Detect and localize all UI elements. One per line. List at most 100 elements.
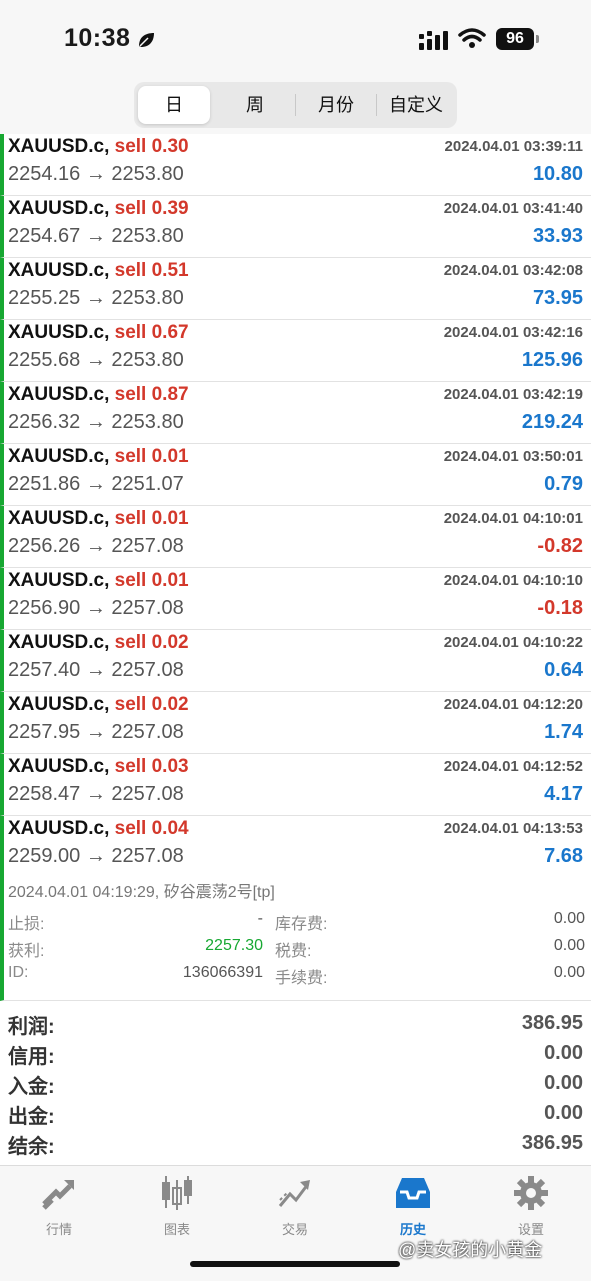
trade-action: sell 0.02 xyxy=(114,632,189,653)
storage-value: 0.00 xyxy=(553,910,585,927)
battery-nub xyxy=(536,35,539,43)
id-value: 136066391 xyxy=(182,964,263,981)
tab-settings[interactable]: 设置 xyxy=(486,1174,576,1237)
trade-prices: 2256.26 → 2257.08 xyxy=(8,535,184,557)
trade-time: 2024.04.01 04:10:01 xyxy=(443,510,583,527)
segment-divider xyxy=(295,94,296,116)
trade-time: 2024.04.01 03:39:11 xyxy=(444,138,583,155)
trade-details-header: 2024.04.01 04:19:29, 矽谷震荡2号[tp] xyxy=(8,884,275,901)
summary-withdrawal-row: 出金: 0.00 xyxy=(0,1100,591,1130)
trade-row[interactable]: XAUUSD.c, sell 0.03 2024.04.01 04:12:52 … xyxy=(0,754,591,816)
trade-action: sell 0.01 xyxy=(114,446,189,467)
period-segmented-control: 日 周 月份 自定义 xyxy=(134,82,457,128)
summary-balance-row: 结余: 386.95 xyxy=(0,1130,591,1160)
segment-month[interactable]: 月份 xyxy=(297,86,375,124)
trade-row[interactable]: XAUUSD.c, sell 0.51 2024.04.01 03:42:08 … xyxy=(0,258,591,320)
trade-action: sell 0.04 xyxy=(114,818,189,839)
trade-row[interactable]: XAUUSD.c, sell 0.30 2024.04.01 03:39:11 … xyxy=(0,134,591,196)
trade-row[interactable]: XAUUSD.c, sell 0.67 2024.04.01 03:42:16 … xyxy=(0,320,591,382)
trade-symbol: XAUUSD.c, sell 0.67 xyxy=(8,322,189,343)
trade-prices: 2254.67 → 2253.80 xyxy=(8,225,184,247)
trade-row[interactable]: XAUUSD.c, sell 0.01 2024.04.01 04:10:01 … xyxy=(0,506,591,568)
trade-symbol: XAUUSD.c, sell 0.01 xyxy=(8,508,189,529)
take-profit-label: 获利: xyxy=(8,943,45,960)
wifi-icon xyxy=(458,28,486,48)
tab-trade[interactable]: 交易 xyxy=(250,1174,340,1237)
summary-label: 信用: xyxy=(8,1046,55,1068)
summary-value: 386.95 xyxy=(521,1132,583,1154)
signal-icon xyxy=(419,31,448,50)
summary-value: 0.00 xyxy=(544,1072,583,1094)
segment-week[interactable]: 周 xyxy=(216,86,294,124)
trade-symbol: XAUUSD.c, sell 0.04 xyxy=(8,818,189,839)
tax-label: 税费: xyxy=(275,943,312,960)
segment-day[interactable]: 日 xyxy=(138,86,210,124)
trade-time: 2024.04.01 03:42:08 xyxy=(443,262,583,279)
trade-profit: 7.68 xyxy=(544,845,583,867)
trade-time: 2024.04.01 04:10:10 xyxy=(443,572,583,589)
summary-value: 0.00 xyxy=(544,1042,583,1064)
trade-details-panel: 2024.04.01 04:19:29, 矽谷震荡2号[tp] 止损: - 库存… xyxy=(0,870,591,1001)
id-label: ID: xyxy=(8,964,29,981)
summary-profit-row: 利润: 386.95 xyxy=(0,1010,591,1040)
trade-row-expanded[interactable]: XAUUSD.c, sell 0.04 2024.04.01 04:13:53 … xyxy=(0,816,591,878)
trade-time: 2024.04.01 04:12:20 xyxy=(443,696,583,713)
gear-icon xyxy=(514,1176,548,1210)
trade-action: sell 0.67 xyxy=(114,322,189,343)
stop-loss-value: - xyxy=(257,910,263,927)
trade-prices: 2257.40 → 2257.08 xyxy=(8,659,184,681)
trade-symbol: XAUUSD.c, sell 0.87 xyxy=(8,384,189,405)
trade-symbol: XAUUSD.c, sell 0.02 xyxy=(8,632,189,653)
commission-label: 手续费: xyxy=(275,970,328,987)
trade-prices: 2251.86 → 2251.07 xyxy=(8,473,184,495)
trade-action: sell 0.51 xyxy=(114,260,189,281)
trade-line-icon xyxy=(278,1180,310,1207)
trade-prices: 2255.68 → 2253.80 xyxy=(8,349,184,371)
trade-symbol: XAUUSD.c, sell 0.39 xyxy=(8,198,189,219)
trade-row[interactable]: XAUUSD.c, sell 0.02 2024.04.01 04:10:22 … xyxy=(0,630,591,692)
trade-prices: 2259.00 → 2257.08 xyxy=(8,845,184,867)
status-time: 10:38 xyxy=(64,24,131,52)
summary-label: 出金: xyxy=(8,1106,55,1128)
trade-action: sell 0.39 xyxy=(114,198,189,219)
trade-profit: 219.24 xyxy=(521,411,583,433)
trade-action: sell 0.30 xyxy=(114,136,189,157)
trade-profit: 0.64 xyxy=(544,659,583,681)
trade-profit: 73.95 xyxy=(532,287,583,309)
trade-symbol: XAUUSD.c, sell 0.01 xyxy=(8,570,189,591)
trade-symbol: XAUUSD.c, sell 0.51 xyxy=(8,260,189,281)
quotes-arrow-icon xyxy=(42,1180,74,1210)
tax-value: 0.00 xyxy=(553,937,585,954)
summary-value: 0.00 xyxy=(544,1102,583,1124)
trade-action: sell 0.03 xyxy=(114,756,189,777)
summary-label: 入金: xyxy=(8,1076,55,1098)
summary-value: 386.95 xyxy=(521,1012,583,1034)
trade-prices: 2257.95 → 2257.08 xyxy=(8,721,184,743)
trade-symbol: XAUUSD.c, sell 0.01 xyxy=(8,446,189,467)
trade-time: 2024.04.01 03:42:16 xyxy=(443,324,583,341)
trade-profit: -0.18 xyxy=(537,597,583,619)
watermark: @卖女孩的小黄金 xyxy=(398,1240,543,1260)
trade-row[interactable]: XAUUSD.c, sell 0.01 2024.04.01 04:10:10 … xyxy=(0,568,591,630)
history-inbox-icon xyxy=(396,1178,430,1208)
tab-quotes[interactable]: 行情 xyxy=(14,1174,104,1237)
trade-profit: 4.17 xyxy=(544,783,583,805)
trade-prices: 2256.32 → 2253.80 xyxy=(8,411,184,433)
trade-row[interactable]: XAUUSD.c, sell 0.87 2024.04.01 03:42:19 … xyxy=(0,382,591,444)
trade-time: 2024.04.01 04:13:53 xyxy=(443,820,583,837)
trade-profit: 10.80 xyxy=(532,163,583,185)
trade-row[interactable]: XAUUSD.c, sell 0.02 2024.04.01 04:12:20 … xyxy=(0,692,591,754)
home-indicator xyxy=(190,1261,400,1267)
trade-action: sell 0.01 xyxy=(114,508,189,529)
tab-charts[interactable]: 图表 xyxy=(132,1174,222,1237)
trade-prices: 2254.16 → 2253.80 xyxy=(8,163,184,185)
period-selector-bar: 日 周 月份 自定义 xyxy=(0,80,591,134)
trade-row[interactable]: XAUUSD.c, sell 0.01 2024.04.01 03:50:01 … xyxy=(0,444,591,506)
trade-profit: 1.74 xyxy=(544,721,583,743)
trade-prices: 2258.47 → 2257.08 xyxy=(8,783,184,805)
battery-indicator: 96 xyxy=(496,28,534,50)
trade-row[interactable]: XAUUSD.c, sell 0.39 2024.04.01 03:41:40 … xyxy=(0,196,591,258)
tab-history[interactable]: 历史 xyxy=(368,1174,458,1237)
stop-loss-label: 止损: xyxy=(8,916,45,933)
segment-custom[interactable]: 自定义 xyxy=(377,86,455,124)
